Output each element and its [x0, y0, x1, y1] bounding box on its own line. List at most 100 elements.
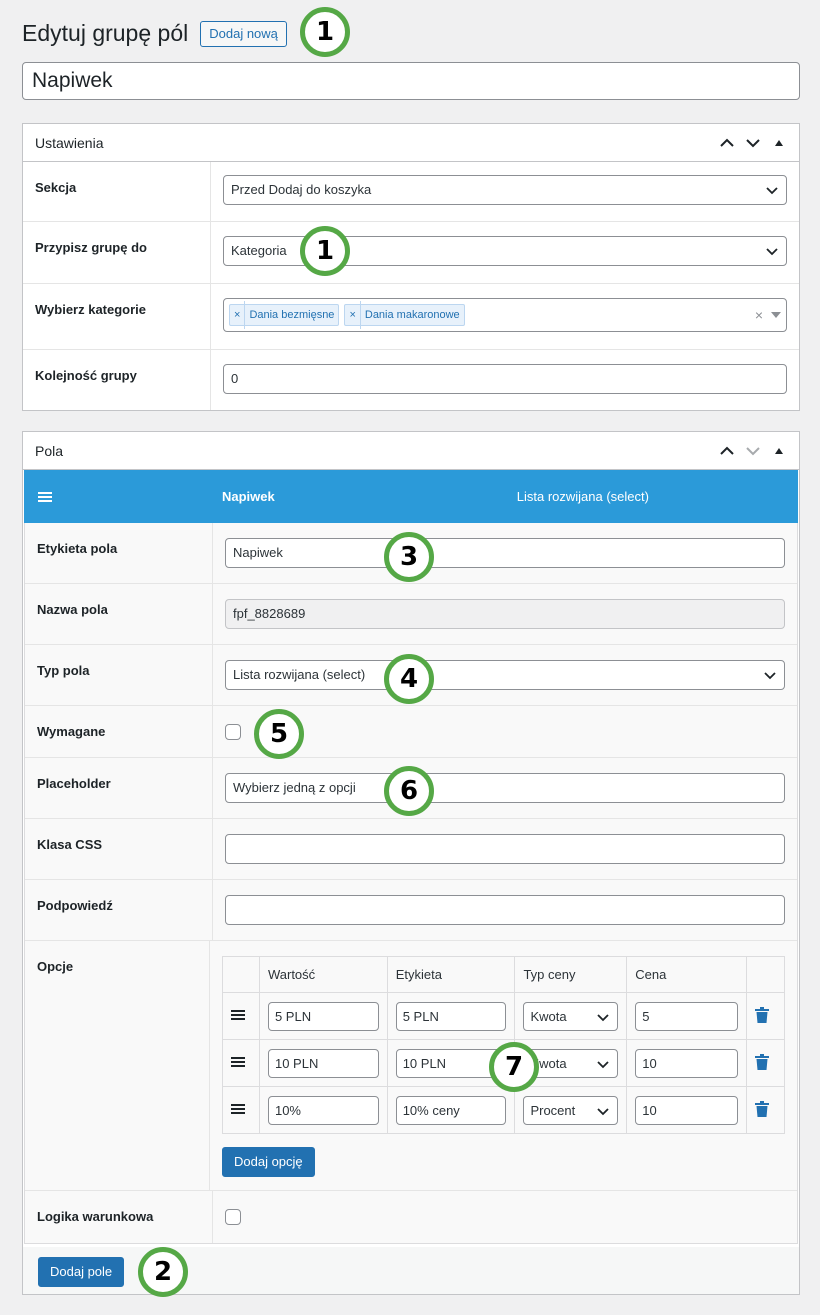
option-price-input[interactable]: 10	[635, 1095, 738, 1125]
field-bar-type: Lista rozwijana (select)	[516, 489, 649, 504]
option-value-input[interactable]: 5 PLN	[267, 1001, 379, 1031]
settings-header: Ustawienia	[23, 124, 799, 162]
chevron-down-icon	[597, 1107, 609, 1115]
field-label-label: Etykieta pola	[25, 523, 213, 583]
conditional-logic-label: Logika warunkowa	[25, 1191, 213, 1243]
row-categories: Wybierz kategorie × Dania bezmięsne × Dani…	[23, 284, 799, 350]
required-label: Wymagane	[25, 706, 213, 757]
group-title-input[interactable]: Napiwek	[22, 62, 800, 100]
css-class-input[interactable]	[225, 834, 785, 864]
order-input[interactable]: 0	[223, 364, 787, 394]
drag-handle-icon[interactable]	[231, 1009, 245, 1021]
dropdown-caret-icon[interactable]	[771, 312, 781, 318]
move-up-icon[interactable]	[719, 443, 735, 459]
move-up-icon[interactable]	[719, 135, 735, 151]
category-tag: × Dania bezmięsne	[229, 301, 340, 329]
callout-badge: 7	[489, 1042, 539, 1092]
settings-title: Ustawienia	[35, 134, 104, 151]
css-class-label: Klasa CSS	[25, 819, 213, 879]
trash-icon[interactable]	[754, 1100, 769, 1117]
placeholder-label: Placeholder	[25, 758, 213, 818]
option-price-type-select[interactable]: Kwota	[523, 1001, 619, 1031]
categories-label: Wybierz kategorie	[23, 284, 211, 349]
field-bar-name: Napiwek	[222, 489, 275, 504]
categories-multiselect[interactable]: × Dania bezmięsne × Dania makaronowe ×	[223, 298, 787, 332]
field-type-value: Lista rozwijana (select)	[233, 667, 366, 682]
section-select[interactable]: Przed Dodaj do koszyka	[223, 175, 787, 205]
assign-label: Przypisz grupę do	[23, 222, 211, 283]
chevron-down-icon	[766, 248, 778, 256]
assign-value: Kategoria	[231, 243, 287, 258]
chevron-down-icon	[597, 1060, 609, 1068]
option-price-input[interactable]: 10	[635, 1048, 738, 1078]
hint-input[interactable]	[225, 895, 785, 925]
col-label: Etykieta	[386, 956, 516, 993]
category-tag: × Dania makaronowe	[344, 301, 465, 329]
order-label: Kolejność grupy	[23, 350, 211, 410]
drag-handle-icon[interactable]	[231, 1056, 245, 1068]
callout-badge: 4	[384, 654, 434, 704]
add-new-button[interactable]: Dodaj nową	[200, 20, 287, 47]
col-value: Wartość	[258, 956, 388, 993]
option-value-input[interactable]: 10 PLN	[267, 1048, 379, 1078]
row-conditional-logic: Logika warunkowa	[25, 1191, 797, 1243]
collapse-toggle-icon[interactable]	[771, 443, 787, 459]
chevron-down-icon	[766, 187, 778, 195]
callout-badge: 1	[300, 226, 350, 276]
option-value-input[interactable]: 10%	[267, 1095, 379, 1125]
remove-tag-icon[interactable]: ×	[349, 301, 361, 329]
option-price-input[interactable]: 5	[635, 1001, 738, 1031]
section-label: Sekcja	[23, 162, 211, 221]
callout-badge: 5	[254, 709, 304, 759]
chevron-down-icon	[597, 1013, 609, 1021]
col-price: Cena	[626, 956, 747, 993]
page-header: Edytuj grupę pól Dodaj nową	[22, 20, 287, 47]
table-row: 10% 10% ceny Procent 10	[222, 1086, 786, 1134]
callout-badge: 2	[138, 1247, 188, 1297]
chevron-down-icon	[764, 672, 776, 680]
row-required: Wymagane	[25, 706, 797, 758]
menu-icon[interactable]	[38, 491, 52, 503]
row-css-class: Klasa CSS	[25, 819, 797, 880]
clear-all-icon[interactable]: ×	[755, 301, 763, 329]
row-field-name: Nazwa pola fpf_8828689	[25, 584, 797, 645]
drag-handle-icon[interactable]	[231, 1103, 245, 1115]
row-assign: Przypisz grupę do Kategoria	[23, 222, 799, 284]
field-type-select[interactable]: Lista rozwijana (select)	[225, 660, 785, 690]
required-checkbox[interactable]	[225, 724, 241, 740]
option-price-type-select[interactable]: Procent	[523, 1095, 619, 1125]
table-row: 5 PLN 5 PLN Kwota 5	[222, 992, 786, 1040]
fields-title: Pola	[35, 442, 64, 459]
placeholder-input[interactable]: Wybierz jedną z opcji	[225, 773, 785, 803]
hint-label: Podpowiedź	[25, 880, 213, 940]
row-options: Opcje Wartość Etykieta Typ ceny Cena 5 P…	[25, 941, 797, 1191]
move-down-icon[interactable]	[745, 443, 761, 459]
options-label: Opcje	[25, 941, 210, 1190]
remove-tag-icon[interactable]: ×	[234, 301, 246, 329]
field-bar[interactable]: Napiwek Lista rozwijana (select)	[24, 470, 798, 523]
col-price-type: Typ ceny	[514, 956, 628, 993]
callout-badge: 3	[384, 532, 434, 582]
row-order: Kolejność grupy 0	[23, 350, 799, 410]
trash-icon[interactable]	[754, 1006, 769, 1023]
add-option-button[interactable]: Dodaj opcję	[222, 1147, 315, 1177]
option-label-input[interactable]: 5 PLN	[395, 1001, 507, 1031]
page-title: Edytuj grupę pól	[22, 20, 189, 46]
callout-badge: 1	[300, 7, 350, 57]
settings-postbox: Ustawienia Sekcja Przed Dodaj do koszyka…	[22, 123, 800, 411]
row-hint: Podpowiedź	[25, 880, 797, 941]
add-field-button[interactable]: Dodaj pole	[38, 1257, 125, 1287]
row-section: Sekcja Przed Dodaj do koszyka	[23, 162, 799, 222]
field-label-input[interactable]: Napiwek	[225, 538, 785, 568]
conditional-logic-checkbox[interactable]	[225, 1209, 241, 1225]
section-value: Przed Dodaj do koszyka	[231, 182, 372, 197]
fields-header: Pola	[23, 432, 799, 470]
trash-icon[interactable]	[754, 1053, 769, 1070]
field-type-label: Typ pola	[25, 645, 213, 705]
callout-badge: 6	[384, 766, 434, 816]
field-name-label: Nazwa pola	[25, 584, 213, 644]
field-name-input: fpf_8828689	[225, 599, 785, 629]
collapse-toggle-icon[interactable]	[771, 135, 787, 151]
option-label-input[interactable]: 10% ceny	[395, 1095, 507, 1125]
move-down-icon[interactable]	[745, 135, 761, 151]
